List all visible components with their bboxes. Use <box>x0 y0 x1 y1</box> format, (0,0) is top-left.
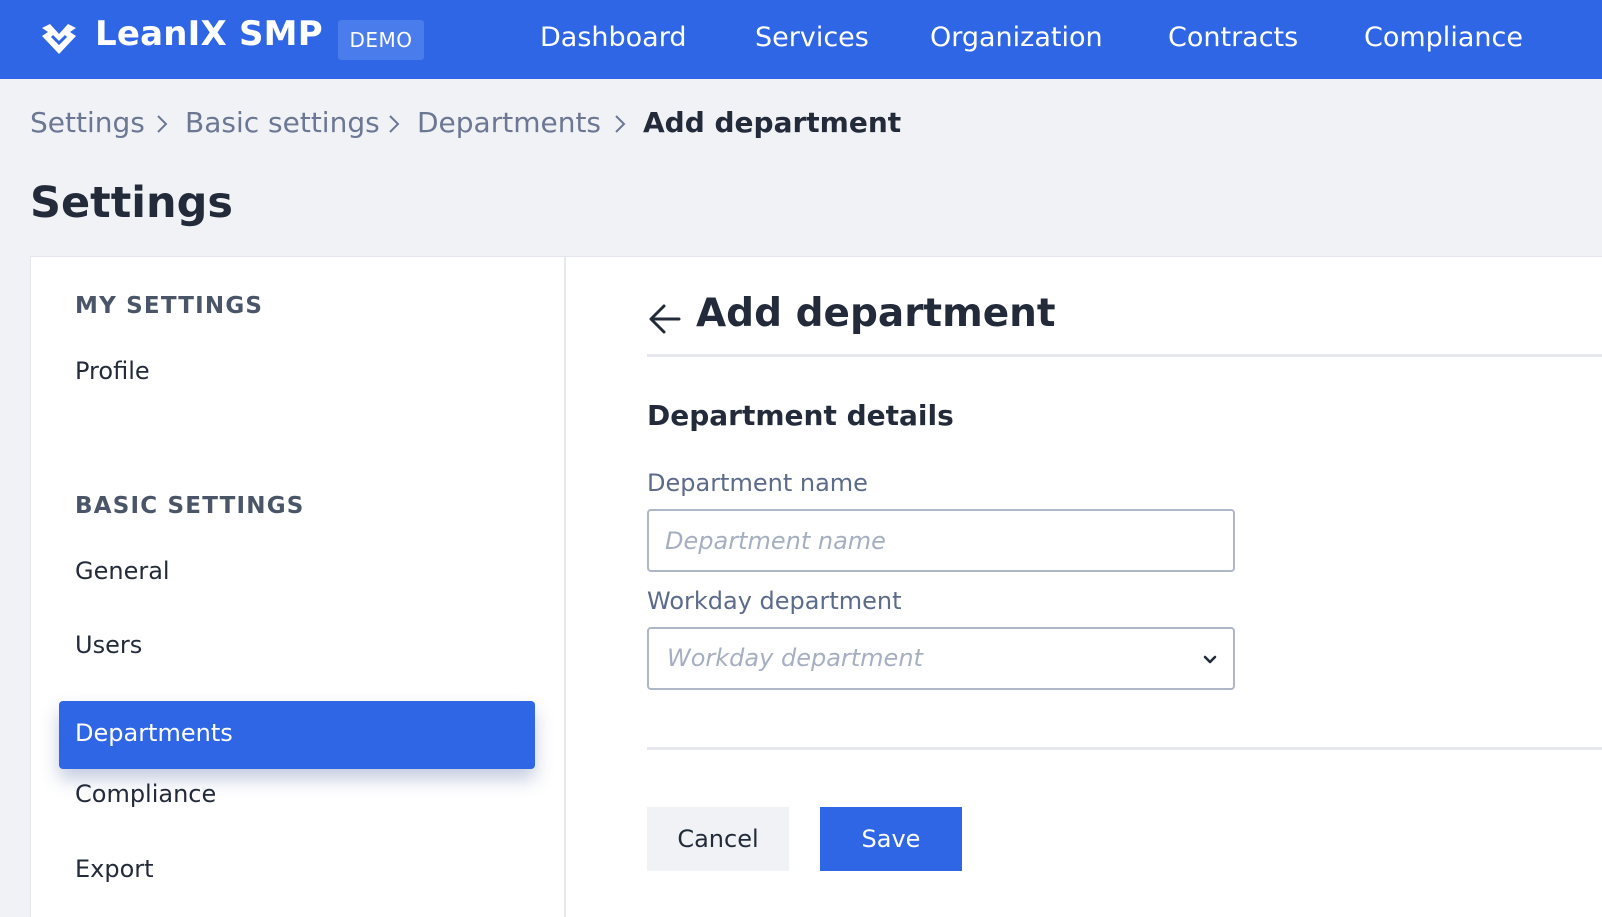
section-title: Department details <box>647 399 954 432</box>
footer-divider <box>647 747 1602 750</box>
sidebar-item-profile[interactable]: Profile <box>75 357 150 385</box>
arrow-left-icon[interactable] <box>647 301 683 337</box>
department-name-label: Department name <box>647 469 868 497</box>
breadcrumb-departments[interactable]: Departments <box>417 106 601 139</box>
nav-organization[interactable]: Organization <box>930 22 1103 53</box>
sidebar-item-export[interactable]: Export <box>75 855 154 883</box>
workday-department-label: Workday department <box>647 587 902 615</box>
save-button[interactable]: Save <box>820 807 962 871</box>
sidebar-item-users[interactable]: Users <box>75 631 142 659</box>
nav-services[interactable]: Services <box>755 22 869 53</box>
nav-dashboard[interactable]: Dashboard <box>540 22 686 53</box>
brand-name[interactable]: LeanIX SMP <box>95 14 323 54</box>
chevron-right-icon <box>389 115 400 133</box>
page-title: Settings <box>30 178 233 228</box>
chevron-down-icon <box>1203 655 1217 664</box>
demo-badge: DEMO <box>338 20 424 60</box>
nav-compliance[interactable]: Compliance <box>1364 22 1523 53</box>
cancel-button[interactable]: Cancel <box>647 807 789 871</box>
breadcrumb-settings[interactable]: Settings <box>30 106 145 139</box>
workday-department-select[interactable]: Workday department <box>647 627 1235 690</box>
nav-contracts[interactable]: Contracts <box>1168 22 1298 53</box>
sidebar-item-compliance[interactable]: Compliance <box>75 780 216 808</box>
top-navbar: LeanIX SMP DEMO Dashboard Services Organ… <box>0 0 1602 79</box>
sidebar-item-label: Departments <box>75 719 233 747</box>
sidebar-item-departments[interactable]: Departments <box>59 701 535 769</box>
breadcrumb-current: Add department <box>643 106 902 139</box>
chevron-right-icon <box>157 115 168 133</box>
sidebar-item-general[interactable]: General <box>75 557 170 585</box>
sidebar-heading-my-settings: MY SETTINGS <box>75 293 264 319</box>
header-divider <box>647 354 1602 357</box>
logo-mark-icon <box>42 24 76 54</box>
chevron-right-icon <box>615 115 626 133</box>
breadcrumb-basic-settings[interactable]: Basic settings <box>185 106 380 139</box>
settings-card: MY SETTINGS Profile BASIC SETTINGS Gener… <box>30 256 1602 917</box>
leanix-logo-icon[interactable] <box>40 22 78 56</box>
settings-sidebar: MY SETTINGS Profile BASIC SETTINGS Gener… <box>31 257 566 917</box>
sidebar-heading-basic-settings: BASIC SETTINGS <box>75 493 305 519</box>
workday-department-placeholder: Workday department <box>667 644 923 672</box>
department-name-input[interactable] <box>647 509 1235 572</box>
panel-title: Add department <box>696 291 1056 336</box>
